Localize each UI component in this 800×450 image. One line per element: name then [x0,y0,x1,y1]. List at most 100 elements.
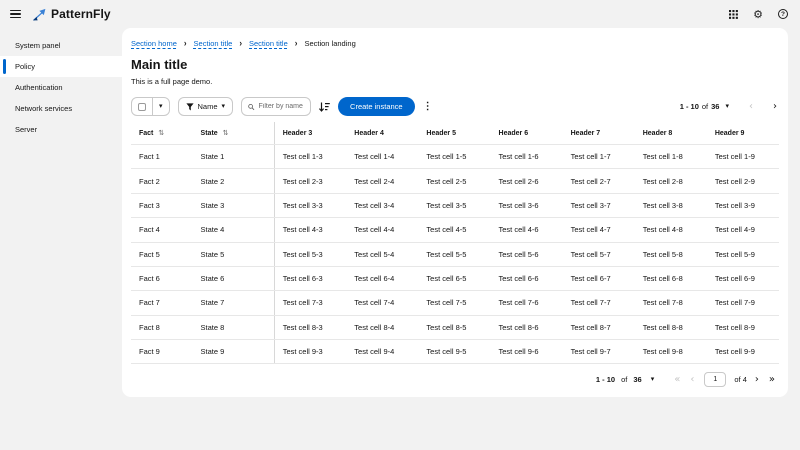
table-cell: Test cell 6-9 [707,266,779,290]
bulk-select-checkbox[interactable] [138,103,146,111]
table-cell: Test cell 2-5 [418,169,490,193]
column-header-label: Header 7 [571,130,601,137]
column-header-label: Header 4 [354,130,384,137]
current-page-input[interactable] [704,372,726,387]
table-cell: Test cell 7-3 [274,291,346,315]
breadcrumb-link[interactable]: Section title [249,39,288,48]
toolbar: ▾ Name ▾ [131,97,779,116]
sidebar-item-system-panel[interactable]: System panel [0,35,122,56]
table-cell: Fact 8 [131,315,193,339]
next-page-button[interactable]: › [753,375,761,385]
table-cell: Test cell 8-6 [491,315,563,339]
search-box[interactable] [241,97,311,116]
column-header-label: Header 3 [283,130,313,137]
column-header-label: State [201,130,218,137]
table-cell: Test cell 9-6 [491,340,563,364]
table-cell: Test cell 5-4 [346,242,418,266]
table-cell: Test cell 6-4 [346,266,418,290]
table-cell: State 5 [193,242,275,266]
table-row: Fact 2State 2Test cell 2-3Test cell 2-4T… [131,169,779,193]
table-cell: Test cell 5-3 [274,242,346,266]
pagination-total: 36 [711,102,719,111]
filter-attribute-dropdown[interactable]: Name ▾ [178,97,234,116]
sidebar-item-policy[interactable]: Policy [0,56,122,77]
table-cell: Test cell 7-4 [346,291,418,315]
sort-column-icon[interactable]: ⇅ [223,129,229,137]
table-row: Fact 6State 6Test cell 6-3Test cell 6-4T… [131,266,779,290]
column-header: Header 8 [635,122,707,145]
prev-page-button[interactable]: ‹ [747,102,755,112]
sidebar-item-server[interactable]: Server [0,119,122,140]
table-cell: Test cell 6-3 [274,266,346,290]
table-cell: Test cell 2-3 [274,169,346,193]
patternfly-logo-icon [32,8,46,21]
pagination-range: 1 - 10 [596,375,615,384]
table-cell: Test cell 6-8 [635,266,707,290]
table-cell: Test cell 3-7 [563,193,635,217]
kebab-menu-icon[interactable]: ⋮ [423,101,433,112]
column-header-label: Header 5 [426,130,456,137]
table-cell: Fact 9 [131,340,193,364]
pagination-of-pages: of 4 [734,375,747,384]
table-cell: Test cell 3-9 [707,193,779,217]
masthead-actions: ⚙ ? [729,9,788,20]
last-page-button[interactable]: » [767,375,777,385]
sidebar-item-network-services[interactable]: Network services [0,98,122,119]
nav-toggle-button[interactable] [10,8,21,21]
table-cell: State 2 [193,169,275,193]
column-header[interactable]: State ⇅ [193,122,275,145]
first-page-button[interactable]: « [672,375,682,385]
breadcrumb-separator-icon: › [184,39,187,49]
table-cell: Test cell 7-8 [635,291,707,315]
column-header[interactable]: Fact ⇅ [131,122,193,145]
table-cell: Test cell 6-6 [491,266,563,290]
filter-funnel-icon [186,103,194,111]
chevron-down-icon[interactable]: ▾ [159,103,163,110]
breadcrumb-current: Section landing [304,39,355,48]
table-cell: Test cell 1-7 [563,145,635,169]
help-icon[interactable]: ? [778,9,788,19]
table-cell: State 9 [193,340,275,364]
prev-page-button[interactable]: ‹ [688,375,696,385]
gear-icon[interactable]: ⚙ [753,9,763,20]
table-cell: Test cell 2-4 [346,169,418,193]
table-cell: Test cell 9-5 [418,340,490,364]
column-header-label: Fact [139,130,153,137]
table-body: Fact 1State 1Test cell 1-3Test cell 1-4T… [131,145,779,364]
chevron-down-icon[interactable]: ▾ [651,376,655,383]
column-header: Header 3 [274,122,346,145]
table-cell: Test cell 4-9 [707,218,779,242]
sort-column-icon[interactable]: ⇅ [158,129,164,137]
sidebar-item-authentication[interactable]: Authentication [0,77,122,98]
breadcrumb-link[interactable]: Section home [131,39,177,48]
sort-amount-icon[interactable] [319,102,330,112]
table-cell: Test cell 1-8 [635,145,707,169]
breadcrumb-separator-icon: › [239,39,242,49]
breadcrumb-link[interactable]: Section title [194,39,233,48]
masthead: PatternFly ⚙ ? [0,0,800,28]
filter-attribute-label: Name [198,102,218,111]
create-instance-button[interactable]: Create instance [338,97,415,116]
table-cell: Test cell 7-6 [491,291,563,315]
table-cell: Fact 7 [131,291,193,315]
table-cell: Test cell 6-5 [418,266,490,290]
table-cell: Test cell 8-4 [346,315,418,339]
table-cell: Test cell 2-7 [563,169,635,193]
pagination-total: 36 [633,375,641,384]
table-cell: Test cell 3-5 [418,193,490,217]
column-header-label: Header 6 [499,130,529,137]
table-cell: State 3 [193,193,275,217]
chevron-down-icon[interactable]: ▾ [725,103,729,110]
bulk-select-split-button[interactable]: ▾ [131,97,170,116]
next-page-button[interactable]: › [771,102,779,112]
table-cell: Test cell 9-4 [346,340,418,364]
table-cell: Test cell 1-5 [418,145,490,169]
table-cell: Test cell 9-3 [274,340,346,364]
table-cell: State 4 [193,218,275,242]
apps-grid-icon[interactable] [729,10,738,19]
filter-by-name-input[interactable] [259,103,305,110]
brand-logo: PatternFly [32,7,111,21]
table-cell: Test cell 5-5 [418,242,490,266]
table-row: Fact 1State 1Test cell 1-3Test cell 1-4T… [131,145,779,169]
column-header: Header 7 [563,122,635,145]
